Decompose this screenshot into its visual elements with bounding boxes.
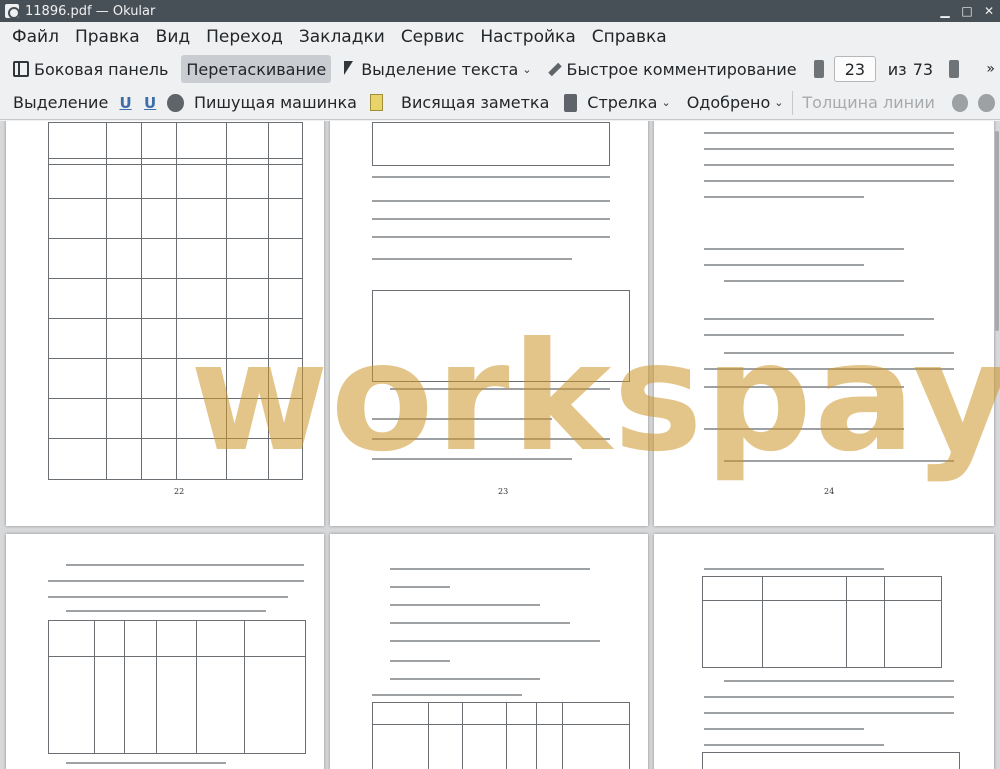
page-table — [372, 122, 610, 166]
cursor-arrow-icon — [342, 61, 356, 77]
arrow-tool-label: Стрелка — [587, 93, 658, 112]
total-pages: 73 — [912, 59, 934, 79]
pdf-page — [6, 534, 324, 769]
window-titlebar: 11896.pdf — Okular ▁ □ ✕ — [0, 0, 1000, 22]
menu-help[interactable]: Справка — [584, 22, 675, 52]
menu-bookmarks[interactable]: Закладки — [291, 22, 393, 52]
previous-page-icon[interactable] — [813, 60, 825, 78]
okular-app-icon — [5, 4, 20, 19]
approved-stamp-button[interactable]: Одобрено ⌄ — [682, 89, 789, 117]
maximize-icon[interactable]: □ — [956, 0, 978, 22]
menu-edit[interactable]: Правка — [67, 22, 148, 52]
page-table — [702, 752, 960, 769]
drag-mode-button[interactable]: Перетаскивание — [181, 55, 332, 83]
text-select-label: Выделение текста — [361, 59, 519, 79]
pdf-page — [330, 534, 648, 769]
sidebar-panel-icon — [13, 61, 29, 77]
annotation-toolbar: Выделение U U Пишущая машинка Висящая за… — [0, 86, 1000, 120]
toolbar-separator — [792, 90, 794, 115]
menu-go[interactable]: Переход — [198, 22, 291, 52]
note-icon — [369, 94, 383, 111]
pdf-page — [654, 534, 994, 769]
line-width-label: Толщина линии — [802, 93, 935, 112]
menubar: Файл Правка Вид Переход Закладки Сервис … — [0, 22, 1000, 52]
page-number: 24 — [824, 487, 835, 496]
drag-mode-label: Перетаскивание — [186, 59, 327, 79]
pdf-page: 23 — [330, 121, 648, 526]
main-toolbar: Боковая панель Перетаскивание Выделение … — [0, 52, 1000, 86]
pencil-icon — [546, 61, 562, 77]
color-icon — [951, 93, 969, 112]
sidebar-button[interactable]: Боковая панель — [8, 55, 173, 83]
menu-view[interactable]: Вид — [148, 22, 198, 52]
popup-note-button[interactable]: Висящая заметка — [396, 89, 554, 117]
selection-tool-label: Выделение — [13, 93, 109, 112]
page-number-input[interactable]: 23 — [834, 56, 876, 82]
popup-note-label: Висящая заметка — [401, 93, 550, 112]
chevron-down-icon: ⌄ — [661, 96, 671, 109]
page-table — [372, 290, 630, 382]
typewriter-button[interactable]: Пишущая машинка — [189, 89, 362, 117]
document-viewport[interactable]: 22 23 24 workspay — [0, 121, 1000, 769]
vertical-scrollbar[interactable] — [994, 121, 1000, 769]
arrow-tool-icon — [564, 93, 578, 112]
page-table — [702, 576, 942, 668]
pdf-page: 22 — [6, 121, 324, 526]
toolbar-overflow-icon[interactable]: » — [981, 55, 1000, 83]
chevron-down-icon: ⌄ — [774, 96, 784, 109]
menu-file[interactable]: Файл — [4, 22, 67, 52]
minimize-icon[interactable]: ▁ — [934, 0, 956, 22]
pdf-page: 24 — [654, 121, 994, 526]
underline-icon[interactable]: U — [117, 94, 134, 112]
text-select-button[interactable]: Выделение текста ⌄ — [337, 55, 536, 83]
opacity-icon — [978, 93, 996, 112]
sidebar-button-label: Боковая панель — [34, 59, 169, 79]
typewriter-label: Пишущая машинка — [193, 93, 357, 112]
quick-comment-button[interactable]: Быстрое комментирование — [541, 55, 802, 83]
arrow-tool-button[interactable]: Стрелка ⌄ — [582, 89, 675, 117]
line-width-button: Толщина линии — [797, 89, 940, 117]
page-table — [48, 620, 306, 754]
current-page-value: 23 — [844, 59, 866, 79]
page-number: 22 — [174, 487, 185, 496]
menu-settings[interactable]: Настройка — [472, 22, 583, 52]
scrollbar-thumb[interactable] — [995, 131, 999, 331]
window-title: 11896.pdf — Okular — [25, 3, 156, 19]
chevron-down-icon: ⌄ — [522, 62, 532, 76]
stamp-icon[interactable] — [167, 93, 184, 112]
squiggle-icon[interactable]: U — [142, 94, 159, 112]
approved-stamp-label: Одобрено — [686, 93, 771, 112]
close-icon[interactable]: ✕ — [978, 0, 1000, 22]
menu-tools[interactable]: Сервис — [393, 22, 473, 52]
selection-tool-button[interactable]: Выделение — [8, 89, 113, 117]
quick-comment-label: Быстрое комментирование — [566, 59, 797, 79]
next-page-icon[interactable] — [949, 60, 960, 78]
of-label: из — [887, 59, 907, 79]
page-table — [372, 702, 630, 769]
page-number: 23 — [498, 487, 509, 496]
